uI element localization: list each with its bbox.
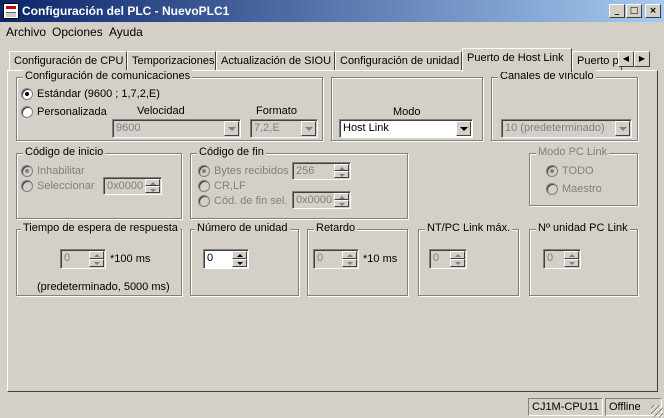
end-code-bytes-radio[interactable] [198,165,210,177]
mode-select[interactable]: Host Link [339,119,473,138]
spin-arrows-icon[interactable] [450,251,465,267]
comms-standard-label: Estándar (9600 ; 1,7,2,E) [37,88,160,100]
link-channels-value: 10 (predeterminado) [505,122,605,134]
spin-arrows-icon[interactable] [89,251,104,267]
pc-link-mode-group: Modo PC Link [529,146,638,206]
end-code-title: Código de fin [197,146,266,158]
nt-pc-link-max-stepper[interactable]: 0 [429,249,467,269]
tab-scroll-right-icon[interactable]: ▶ [634,51,650,67]
start-code-select-radio[interactable] [21,180,33,192]
bytes-received-value: 256 [296,165,315,177]
maximize-button[interactable]: □ [626,4,642,18]
start-code-disable-radio[interactable] [21,165,33,177]
tab-puerto-p[interactable]: Puerto p [572,51,622,71]
format-select[interactable]: 7,2,E [250,119,318,138]
end-code-bytes-label: Bytes recibidos [214,165,289,177]
nt-pc-link-max-title: NT/PC Link máx. [425,222,513,234]
comms-group-title: Configuración de comunicaciones [23,70,193,82]
format-label: Formato [256,105,297,117]
menu-archivo[interactable]: Archivo [6,25,46,39]
close-button[interactable]: × [645,4,661,18]
end-code-value: 0x0000 [296,194,333,206]
pc-link-unit-value: 0 [547,252,554,264]
minimize-button[interactable]: _ [609,4,625,18]
speed-label: Velocidad [137,105,185,117]
start-code-title: Código de inicio [23,146,106,158]
end-code-stepper[interactable]: 0x0000 [292,191,351,209]
delay-title: Retardo [314,222,358,234]
response-timeout-value: 0 [64,252,71,264]
chevron-down-icon[interactable] [224,121,239,136]
tab-scroll-left-icon[interactable]: ◀ [618,51,634,67]
status-model: CJ1M-CPU11 [528,398,603,416]
pc-link-all-label: TODO [562,165,594,177]
unit-number-stepper[interactable]: 0 [203,249,249,269]
title-bar: Configuración del PLC - NuevoPLC1 _ □ × [0,0,664,22]
chevron-down-icon[interactable] [615,121,630,136]
start-code-value: 0x0000 [107,180,144,192]
delay-stepper[interactable]: 0 [313,249,359,269]
end-code-sel-label: Cód. de fin sel. [214,195,288,207]
speed-value: 9600 [116,122,141,134]
response-timeout-note: (predeterminado, 5000 ms) [37,281,170,293]
start-code-stepper[interactable]: 0x0000 [103,177,162,195]
spin-arrows-icon[interactable] [334,164,349,178]
spin-arrows-icon[interactable] [342,251,357,267]
pc-link-all-radio[interactable] [546,165,558,177]
spin-arrows-icon[interactable] [564,251,579,267]
end-code-sel-radio[interactable] [198,195,210,207]
delay-unit: *10 ms [363,253,398,265]
pc-link-master-radio[interactable] [546,183,558,195]
spin-arrows-icon[interactable] [334,193,349,207]
end-code-crlf-radio[interactable] [198,180,210,192]
unit-number-title: Número de unidad [195,222,290,234]
tab-configuracion-unidad[interactable]: Configuración de unidad [335,51,462,71]
tab-temporizaciones[interactable]: Temporizaciones [127,51,216,71]
comms-custom-label: Personalizada [37,106,107,118]
mode-label: Modo [393,106,421,118]
chevron-down-icon[interactable] [301,121,316,136]
spin-arrows-icon[interactable] [232,251,247,267]
tab-configuracion-cpu[interactable]: Configuración de CPU [9,51,127,71]
mode-value: Host Link [343,122,389,134]
response-timeout-unit: *100 ms [110,253,151,265]
menu-opciones[interactable]: Opciones [52,25,103,39]
spin-arrows-icon[interactable] [145,179,160,193]
speed-select[interactable]: 9600 [112,119,241,138]
app-icon [3,3,19,19]
chevron-down-icon[interactable] [456,121,471,136]
tab-puerto-host-link[interactable]: Puerto de Host Link [462,48,572,72]
menu-ayuda[interactable]: Ayuda [109,25,143,39]
nt-pc-link-max-value: 0 [433,252,440,264]
window-title: Configuración del PLC - NuevoPLC1 [22,4,230,18]
pc-link-unit-stepper[interactable]: 0 [543,249,581,269]
resize-grip-icon[interactable] [651,405,663,417]
comms-custom-radio[interactable] [21,106,33,118]
unit-number-value: 0 [207,252,214,264]
start-code-select-label: Seleccionar [37,180,95,192]
start-code-disable-label: Inhabilitar [37,165,85,177]
end-code-crlf-label: CR,LF [214,180,246,192]
bytes-received-stepper[interactable]: 256 [292,162,351,180]
format-value: 7,2,E [254,122,280,134]
pc-link-unit-title: Nº unidad PC Link [536,222,630,234]
delay-value: 0 [317,252,324,264]
tab-actualizacion-siou[interactable]: Actualización de SIOU [216,51,335,71]
link-channels-select[interactable]: 10 (predeterminado) [501,119,632,138]
response-timeout-title: Tiempo de espera de respuesta [21,222,180,234]
pc-link-mode-title: Modo PC Link [536,146,610,158]
comms-standard-radio[interactable] [21,88,33,100]
response-timeout-stepper[interactable]: 0 [60,249,106,269]
pc-link-master-label: Maestro [562,183,602,195]
